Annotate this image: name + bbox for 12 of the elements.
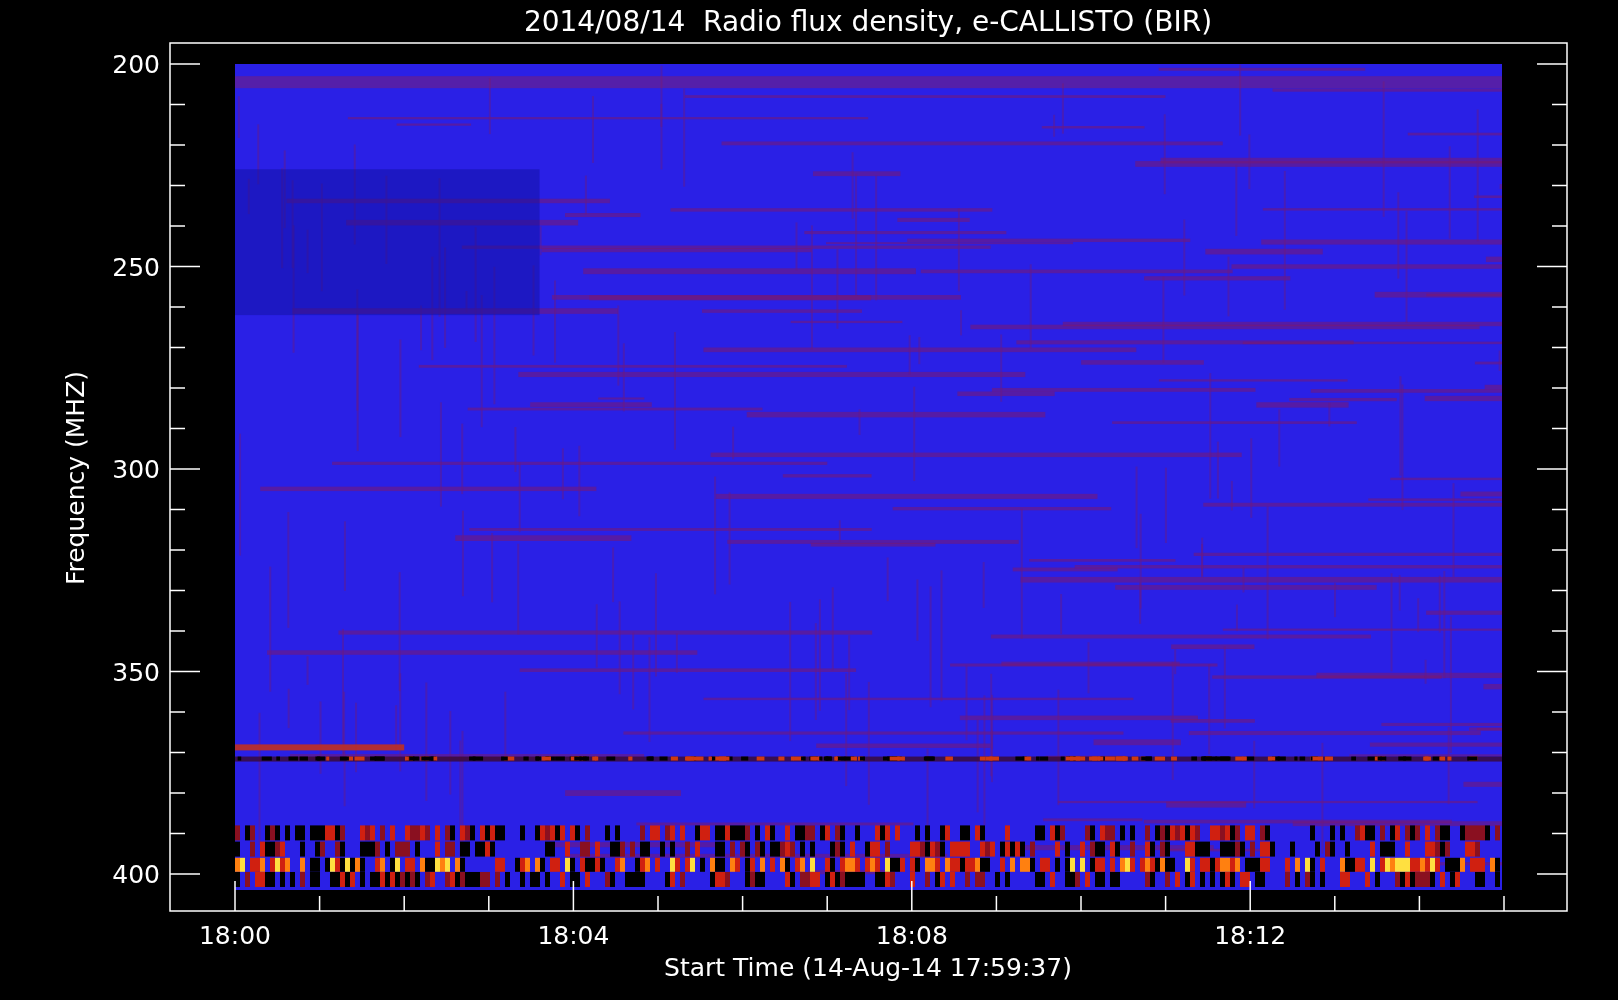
axis-label: Frequency (MHZ) xyxy=(61,370,90,586)
chart-title: 2014/08/14 Radio flux density, e-CALLISTO (BIR) xyxy=(523,5,1213,38)
tick-label: 18:00 xyxy=(199,921,271,950)
tick-label: 18:08 xyxy=(875,921,948,950)
tick-label: 18:04 xyxy=(537,921,610,950)
tick-label: 200 xyxy=(112,50,160,79)
tick-label: 350 xyxy=(112,657,160,687)
tick-label: 18:12 xyxy=(1214,921,1287,950)
tick-label: 400 xyxy=(112,860,160,889)
tick-label: 250 xyxy=(112,252,160,282)
tick-label: 300 xyxy=(112,455,160,484)
axis-label: Start Time (14-Aug-14 17:59:37) xyxy=(664,953,1072,982)
